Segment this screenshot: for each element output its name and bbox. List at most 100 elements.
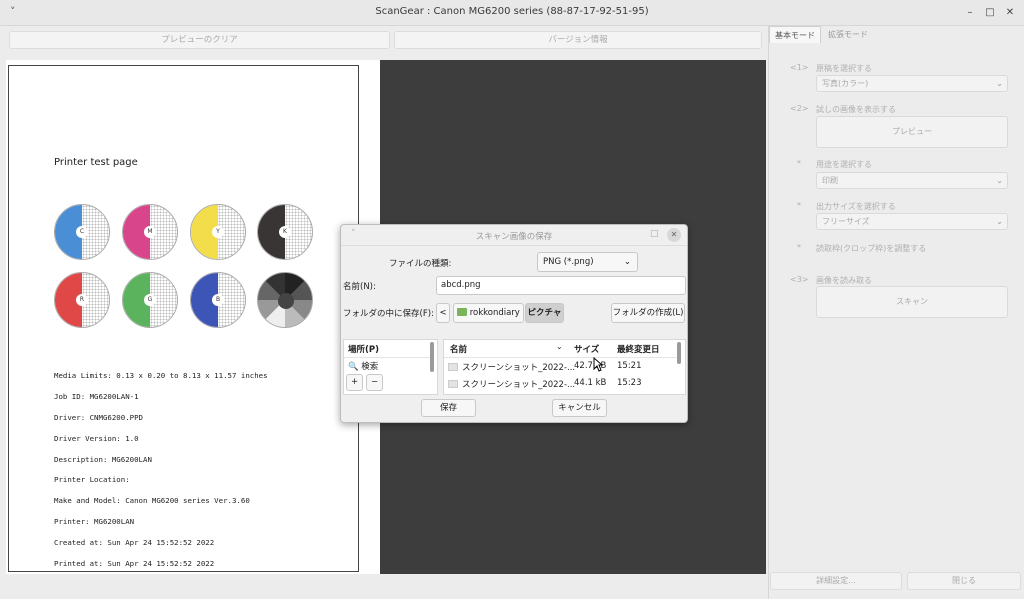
file-row[interactable]: スクリーンショット_2022-... 44.1 kB 15:23	[448, 378, 676, 390]
file-type-select[interactable]: PNG (*.png) ⌄	[537, 252, 638, 272]
source-value: 写真(カラー)	[822, 79, 869, 88]
info-line: Printer Location:	[54, 475, 130, 485]
image-file-icon	[448, 380, 458, 388]
dialog-title: スキャン画像の保存	[475, 232, 553, 242]
folder-icon	[457, 308, 467, 316]
file-size: 44.1 kB	[574, 378, 607, 388]
file-name: スクリーンショット_2022-...	[462, 363, 576, 373]
testpage-title: Printer test page	[54, 157, 138, 168]
sort-chevron-icon[interactable]: ⌄	[556, 342, 563, 351]
black-label: K	[279, 226, 291, 238]
tab-advanced-mode[interactable]: 拡張モード	[823, 26, 873, 43]
clear-preview-button[interactable]: プレビューのクリア	[9, 31, 390, 49]
detail-settings-button[interactable]: 詳細設定...	[770, 572, 902, 590]
column-size-header[interactable]: サイズ	[574, 343, 599, 355]
purpose-marker: *	[797, 159, 801, 168]
files-scrollbar[interactable]	[677, 342, 681, 364]
cyan-label: C	[76, 226, 88, 238]
path-crumb-home-label: rokkondiary	[469, 308, 520, 318]
magenta-label: M	[144, 226, 156, 238]
info-line: Make and Model: Canon MG6200 series Ver.…	[54, 496, 250, 506]
create-folder-button[interactable]: フォルダの作成(L)	[611, 303, 685, 323]
step-1-marker: <1>	[790, 63, 809, 72]
output-size-marker: *	[797, 201, 801, 210]
file-modified: 15:23	[617, 378, 642, 388]
chevron-down-icon: ⌄	[623, 257, 631, 267]
window-titlebar: ˅ ScanGear : Canon MG6200 series (88-87-…	[0, 0, 1024, 26]
select-purpose-label: 用途を選択する	[816, 160, 872, 169]
column-name-header[interactable]: 名前	[450, 343, 467, 355]
path-crumb-current[interactable]: ピクチャ	[525, 303, 564, 323]
dialog-close-button[interactable]: ✕	[667, 228, 681, 242]
add-place-button[interactable]: +	[346, 374, 363, 391]
dialog-titlebar: ˅ スキャン画像の保存 □ ✕	[341, 225, 687, 246]
info-line: Job ID: MG6200LAN-1	[54, 392, 139, 402]
info-line: Description: MG6200LAN	[54, 454, 152, 464]
grayscale-wheel	[257, 272, 313, 328]
crop-marker: *	[797, 243, 801, 252]
places-search-label: 検索	[361, 362, 379, 372]
step-2-marker: <2>	[790, 104, 809, 113]
yellow-swatch: Y	[190, 204, 246, 260]
purpose-select[interactable]: 印刷 ⌄	[816, 172, 1008, 189]
save-dialog: ˅ スキャン画像の保存 □ ✕ ファイルの種類: PNG (*.png) ⌄ 名…	[340, 224, 688, 423]
yellow-label: Y	[212, 226, 224, 238]
cyan-swatch: C	[54, 204, 110, 260]
chevron-down-icon: ⌄	[996, 176, 1003, 185]
output-size-value: フリーサイズ	[822, 217, 870, 226]
black-swatch: K	[257, 204, 313, 260]
cancel-button[interactable]: キャンセル	[552, 399, 607, 417]
file-name: スクリーンショット_2022-...	[462, 380, 576, 390]
file-type-label: ファイルの種類:	[389, 259, 452, 269]
info-line: Printer: MG6200LAN	[54, 517, 135, 527]
red-swatch: R	[54, 272, 110, 328]
info-line: Created at: Sun Apr 24 15:52:52 2022	[54, 537, 215, 547]
file-type-value: PNG (*.png)	[543, 257, 594, 267]
blue-label: B	[212, 294, 224, 306]
red-label: R	[76, 294, 88, 306]
preview-button[interactable]: プレビュー	[816, 116, 1008, 148]
save-in-folder-label: フォルダの中に保存(F):	[343, 309, 434, 319]
mouse-cursor-icon	[593, 357, 603, 372]
chevron-down-icon: ⌄	[996, 79, 1003, 88]
info-line: Driver: CNMG6200.PPD	[54, 413, 143, 423]
blue-swatch: B	[190, 272, 246, 328]
save-button[interactable]: 保存	[421, 399, 476, 417]
path-back-button[interactable]: <	[436, 303, 450, 323]
info-line: Media Limits: 0.13 x 0.20 to 8.13 x 11.5…	[54, 371, 268, 381]
info-line: Printed at: Sun Apr 24 15:52:52 2022	[54, 558, 215, 568]
file-row[interactable]: スクリーンショット_2022-... 42.7 kB 15:21	[448, 361, 676, 373]
purpose-value: 印刷	[822, 176, 838, 185]
output-size-select[interactable]: フリーサイズ ⌄	[816, 213, 1008, 230]
minimize-button[interactable]: –	[962, 5, 978, 21]
tab-basic-mode[interactable]: 基本モード	[769, 26, 821, 43]
name-label: 名前(N):	[343, 282, 376, 292]
remove-place-button[interactable]: −	[366, 374, 383, 391]
close-button[interactable]: 閉じる	[907, 572, 1021, 590]
files-pane: 名前 ⌄ サイズ 最終変更日 スクリーンショット_2022-... 42.7 k…	[443, 339, 686, 395]
places-search-item[interactable]: 🔍 検索	[348, 360, 378, 372]
display-preview-label: 試しの画像を表示する	[816, 105, 896, 114]
scan-label: 画像を読み取る	[816, 276, 872, 285]
window-title: ScanGear : Canon MG6200 series (88-87-17…	[375, 6, 649, 17]
source-select[interactable]: 写真(カラー) ⌄	[816, 75, 1008, 92]
search-icon: 🔍	[348, 362, 359, 372]
select-source-label: 原稿を選択する	[816, 64, 872, 73]
column-modified-header[interactable]: 最終変更日	[617, 343, 660, 355]
crop-label: 読取枠(クロップ枠)を調整する	[816, 244, 927, 253]
step-3-marker: <3>	[790, 275, 809, 284]
close-window-button[interactable]: ✕	[1002, 5, 1018, 21]
version-info-button[interactable]: バージョン情報	[394, 31, 762, 49]
green-label: G	[144, 294, 156, 306]
file-name-input[interactable]: abcd.png	[436, 276, 686, 295]
scan-button[interactable]: スキャン	[816, 286, 1008, 318]
image-file-icon	[448, 363, 458, 371]
places-header: 場所(P)	[348, 345, 379, 355]
path-crumb-home[interactable]: rokkondiary	[453, 303, 524, 323]
maximize-button[interactable]: □	[982, 5, 998, 21]
file-modified: 15:21	[617, 361, 642, 371]
green-swatch: G	[122, 272, 178, 328]
places-scrollbar[interactable]	[430, 342, 434, 372]
magenta-swatch: M	[122, 204, 178, 260]
dialog-maximize-button[interactable]: □	[650, 229, 659, 239]
